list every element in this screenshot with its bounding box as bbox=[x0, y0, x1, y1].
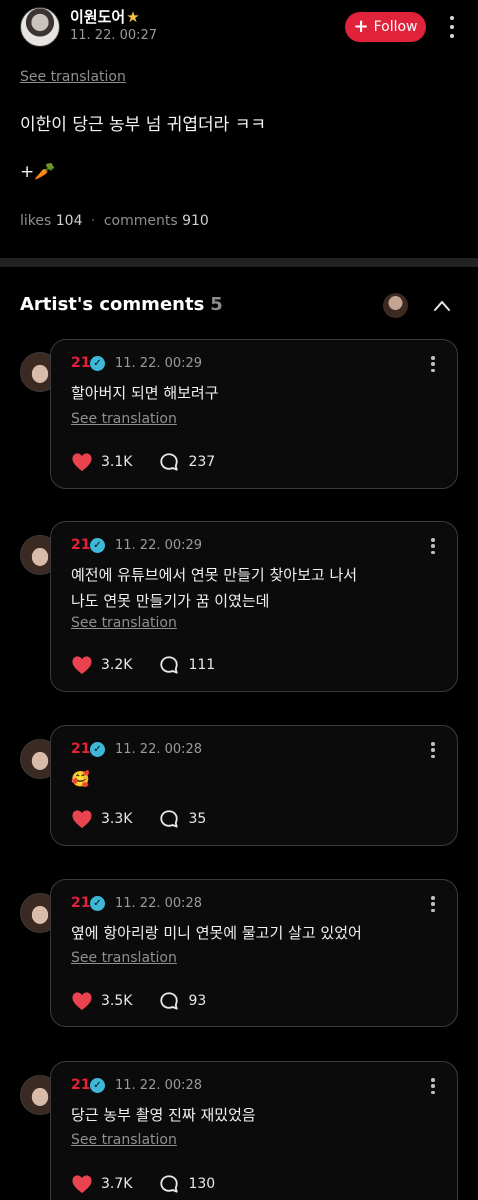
comment-actions: 3.1K 237 bbox=[71, 451, 215, 473]
comment-see-translation-link[interactable]: See translation bbox=[71, 615, 177, 631]
comment-text: 🥰 bbox=[71, 770, 90, 788]
comment-timestamp: 11. 22. 00:29 bbox=[115, 538, 203, 553]
comment-author[interactable]: 21 bbox=[71, 537, 90, 553]
speech-bubble-icon bbox=[160, 992, 179, 1010]
speech-bubble-icon bbox=[160, 1175, 179, 1193]
comment-timestamp: 11. 22. 00:28 bbox=[115, 742, 203, 757]
comment-card: 21 ✓ 11. 22. 00:28 옆에 항아리랑 미니 연못에 물고기 살고… bbox=[50, 879, 458, 1027]
like-button[interactable]: 3.2K bbox=[71, 655, 132, 675]
speech-bubble-icon bbox=[160, 810, 179, 828]
likes-count: 104 bbox=[55, 213, 83, 229]
verified-badge-icon: ✓ bbox=[90, 742, 105, 757]
comment-more-icon[interactable] bbox=[429, 742, 437, 758]
post-emoji-line: +🥕 bbox=[20, 162, 56, 182]
comment-timestamp: 11. 22. 00:29 bbox=[115, 356, 203, 371]
post-author-avatar[interactable] bbox=[20, 7, 60, 47]
comment-text: 옆에 항아리랑 미니 연못에 물고기 살고 있었어 bbox=[71, 924, 362, 942]
comment-text: 예전에 유튜브에서 연못 만들기 찾아보고 나서 나도 연못 만들기가 꿈 이였… bbox=[71, 566, 358, 610]
reply-button[interactable]: 111 bbox=[158, 655, 215, 675]
verified-badge-icon: ✓ bbox=[90, 538, 105, 553]
heart-icon bbox=[72, 656, 92, 675]
verified-badge-icon: ✓ bbox=[90, 1078, 105, 1093]
comment-timestamp: 11. 22. 00:28 bbox=[115, 896, 203, 911]
comment-author[interactable]: 21 bbox=[71, 895, 90, 911]
comment-see-translation-link[interactable]: See translation bbox=[71, 1132, 177, 1148]
comment-text: 할아버지 되면 해보려구 bbox=[71, 384, 219, 402]
post-stats: likes 104 · comments 910 bbox=[20, 213, 209, 229]
reply-count: 93 bbox=[188, 993, 207, 1009]
reply-button[interactable]: 237 bbox=[158, 452, 215, 472]
reply-button[interactable]: 130 bbox=[158, 1174, 215, 1194]
follow-label: Follow bbox=[373, 19, 418, 35]
artist-comments-title: Artist's comments 5 bbox=[20, 294, 223, 315]
comments-count[interactable]: 910 bbox=[182, 213, 209, 229]
post-author-name[interactable]: 이원도어★ bbox=[70, 6, 140, 27]
comment-card: 21 ✓ 11. 22. 00:29 예전에 유튜브에서 연못 만들기 찾아보고… bbox=[50, 521, 458, 692]
post-timestamp: 11. 22. 00:27 bbox=[70, 28, 158, 43]
reply-count: 111 bbox=[188, 657, 216, 673]
post-see-translation-link[interactable]: See translation bbox=[20, 69, 126, 85]
post-header: 이원도어★ 11. 22. 00:27 + Follow bbox=[0, 0, 478, 56]
comment-see-translation-link[interactable]: See translation bbox=[71, 950, 177, 966]
heart-icon bbox=[72, 1175, 92, 1194]
comments-label[interactable]: comments bbox=[104, 213, 178, 229]
like-count: 3.2K bbox=[101, 657, 133, 673]
like-count: 3.1K bbox=[101, 454, 133, 470]
stats-separator: · bbox=[90, 213, 96, 229]
like-count: 3.7K bbox=[101, 1176, 133, 1192]
comment-author[interactable]: 21 bbox=[71, 1077, 90, 1093]
comment-more-icon[interactable] bbox=[429, 1078, 437, 1094]
like-count: 3.3K bbox=[101, 811, 133, 827]
comment-actions: 3.5K 93 bbox=[71, 990, 206, 1012]
comment-actions: 3.3K 35 bbox=[71, 808, 206, 830]
speech-bubble-icon bbox=[160, 453, 179, 471]
comment-card: 21 ✓ 11. 22. 00:28 🥰 3.3K 35 bbox=[50, 725, 458, 846]
post-body-text: 이한이 당근 농부 넘 귀엽더라 ㅋㅋ bbox=[20, 115, 266, 135]
chevron-up-icon[interactable] bbox=[433, 297, 451, 315]
comment-author[interactable]: 21 bbox=[71, 355, 90, 371]
comment-card: 21 ✓ 11. 22. 00:28 당근 농부 촬영 진짜 재밌었음 See … bbox=[50, 1061, 458, 1200]
heart-icon bbox=[72, 992, 92, 1011]
plus-icon: + bbox=[353, 16, 369, 37]
heart-icon bbox=[72, 453, 92, 472]
comment-see-translation-link[interactable]: See translation bbox=[71, 411, 177, 427]
verified-badge-icon: ✓ bbox=[90, 356, 105, 371]
speech-bubble-icon bbox=[160, 656, 179, 674]
like-button[interactable]: 3.7K bbox=[71, 1174, 132, 1194]
likes-label: likes bbox=[20, 213, 52, 229]
comment-actions: 3.2K 111 bbox=[71, 654, 215, 676]
heart-icon bbox=[72, 810, 92, 829]
comment-text: 당근 농부 촬영 진짜 재밌었음 bbox=[71, 1106, 256, 1124]
like-button[interactable]: 3.5K bbox=[71, 991, 132, 1011]
reply-button[interactable]: 93 bbox=[158, 991, 206, 1011]
comment-timestamp: 11. 22. 00:28 bbox=[115, 1078, 203, 1093]
verified-badge-icon: ✓ bbox=[90, 896, 105, 911]
comment-more-icon[interactable] bbox=[429, 356, 437, 372]
like-button[interactable]: 3.1K bbox=[71, 452, 132, 472]
star-icon: ★ bbox=[126, 8, 140, 26]
comment-more-icon[interactable] bbox=[429, 538, 437, 554]
section-divider bbox=[0, 258, 478, 267]
comment-actions: 3.7K 130 bbox=[71, 1173, 215, 1195]
like-count: 3.5K bbox=[101, 993, 133, 1009]
artist-comments-count: 5 bbox=[210, 294, 223, 315]
post-more-icon[interactable] bbox=[448, 16, 456, 38]
comment-author[interactable]: 21 bbox=[71, 741, 90, 757]
follow-button[interactable]: + Follow bbox=[345, 12, 426, 42]
comment-card: 21 ✓ 11. 22. 00:29 할아버지 되면 해보려구 See tran… bbox=[50, 339, 458, 489]
comment-more-icon[interactable] bbox=[429, 896, 437, 912]
reply-count: 237 bbox=[188, 454, 216, 470]
artist-avatar bbox=[383, 293, 408, 318]
like-button[interactable]: 3.3K bbox=[71, 809, 132, 829]
reply-count: 130 bbox=[188, 1176, 216, 1192]
reply-button[interactable]: 35 bbox=[158, 809, 206, 829]
reply-count: 35 bbox=[188, 811, 207, 827]
